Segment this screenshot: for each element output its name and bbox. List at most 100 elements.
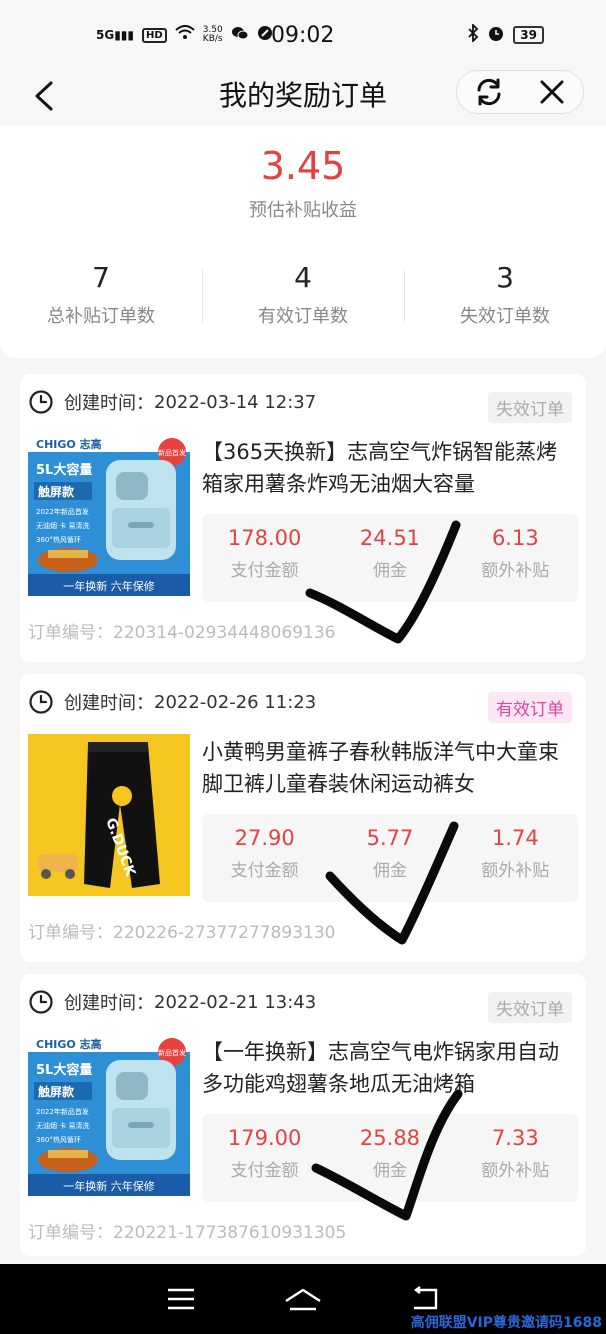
created-label: 创建时间： <box>64 393 154 414</box>
status-badge: 有效订单 <box>488 692 572 723</box>
bluetooth-icon <box>467 22 479 46</box>
product-line: 360°热风循环 <box>36 535 81 544</box>
product-line: 2022年新品首发 <box>36 1107 89 1116</box>
stat-label: 有效订单数 <box>258 306 348 327</box>
product-line: 360°热风循环 <box>36 1135 81 1144</box>
order-number-value: 220226-27377277893130 <box>113 923 336 943</box>
order-amounts: 179.00 支付金额 25.88 佣金 7.33 额外补贴 <box>202 1114 578 1202</box>
status-time: 09:02 <box>271 22 335 48</box>
amount-value: 27.90 <box>234 826 295 850</box>
product-line: 触屏款 <box>38 484 75 499</box>
amount-label: 支付金额 <box>230 861 299 881</box>
status-left: 5G▮▮▮ HD 3.50 KB/s <box>96 25 272 45</box>
order-card[interactable]: 创建时间： 2022-02-26 11:23 有效订单 G.DUCK 小黄鸭男童… <box>20 674 586 962</box>
amount-commission: 24.51 佣金 <box>327 514 452 602</box>
product-badge: 新品首发 <box>158 448 186 457</box>
summary-panel: 3.45 预估补贴收益 7 总补贴订单数 4 有效订单数 3 失效订单数 <box>0 126 606 358</box>
product-image[interactable]: CHIGO 志高 新品首发 5L大容量 触屏款 2022年新品首发 无油烟 卡 … <box>28 434 190 596</box>
refresh-button[interactable] <box>457 70 520 114</box>
amount-value: 5.77 <box>366 826 414 850</box>
nav-home-button[interactable] <box>283 1279 323 1319</box>
order-created: 创建时间： 2022-02-26 11:23 <box>28 688 316 716</box>
stat-valid-orders[interactable]: 4 有效订单数 <box>202 256 404 336</box>
product-brand: CHIGO 志高 <box>36 1037 102 1051</box>
amount-paid: 27.90 支付金额 <box>202 814 327 902</box>
home-icon <box>285 1288 321 1311</box>
watermark-text: 高佣联盟VIP尊贵邀请码1688 <box>410 1315 602 1331</box>
stat-value: 4 <box>294 261 312 294</box>
amount-commission: 5.77 佣金 <box>327 814 452 902</box>
estimated-subsidy-value: 3.45 <box>260 144 346 188</box>
amount-label: 额外补贴 <box>481 561 550 581</box>
estimated-subsidy-label: 预估补贴收益 <box>249 200 357 221</box>
order-card[interactable]: 创建时间： 2022-03-14 12:37 失效订单 CHIGO 志高 新品首… <box>20 374 586 662</box>
mini-program-capsule <box>456 70 584 114</box>
created-label: 创建时间： <box>64 693 154 714</box>
amount-label: 佣金 <box>372 861 407 881</box>
product-title[interactable]: 【一年换新】志高空气电炸锅家用自动多功能鸡翅薯条地瓜无油烤箱 <box>202 1036 572 1100</box>
product-line: 2022年新品首发 <box>36 507 89 516</box>
order-created: 创建时间： 2022-02-21 13:43 <box>28 988 316 1016</box>
header: 我的奖励订单 <box>0 70 606 126</box>
stat-value: 3 <box>496 261 514 294</box>
amount-value: 178.00 <box>227 526 302 550</box>
stat-invalid-orders[interactable]: 3 失效订单数 <box>404 256 606 336</box>
created-time: 2022-02-21 13:43 <box>154 991 317 1013</box>
product-line: 触屏款 <box>38 1084 75 1099</box>
clock-icon <box>29 990 53 1014</box>
stat-total-orders[interactable]: 7 总补贴订单数 <box>0 256 202 336</box>
status-badge: 失效订单 <box>488 992 572 1023</box>
amount-label: 佣金 <box>372 1161 407 1181</box>
product-badge: 新品首发 <box>158 1048 186 1057</box>
alarm-icon <box>487 24 505 46</box>
status-bar: 5G▮▮▮ HD 3.50 KB/s 09:02 39 <box>0 0 606 70</box>
stat-value: 7 <box>92 261 110 294</box>
order-number-label: 订单编号： <box>28 923 113 943</box>
amount-commission: 25.88 佣金 <box>327 1114 452 1202</box>
product-title[interactable]: 小黄鸭男童裤子春秋韩版洋气中大童束脚卫裤儿童春装休闲运动裤女 <box>202 736 572 800</box>
amount-value: 24.51 <box>359 526 421 550</box>
close-button[interactable] <box>520 70 583 114</box>
refresh-icon <box>477 78 500 106</box>
network-speed: 3.50 KB/s <box>203 26 223 44</box>
order-created: 创建时间： 2022-03-14 12:37 <box>28 388 316 416</box>
amount-value: 25.88 <box>359 1126 421 1150</box>
amount-value: 7.33 <box>491 1126 539 1150</box>
product-line: 5L大容量 <box>36 1062 92 1078</box>
product-line: 无油烟 卡 易清洗 <box>36 1121 89 1130</box>
nav-menu-button[interactable] <box>161 1279 201 1319</box>
created-time: 2022-03-14 12:37 <box>154 391 317 413</box>
amount-paid: 178.00 支付金额 <box>202 514 327 602</box>
order-number-value: 220314-02934448069136 <box>113 623 336 643</box>
status-right: 39 <box>467 22 544 46</box>
order-number-value: 220221-177387610931305 <box>113 1223 347 1243</box>
order-number: 订单编号：220221-177387610931305 <box>28 1218 346 1243</box>
order-number-label: 订单编号： <box>28 1223 113 1243</box>
order-number-label: 订单编号： <box>28 623 113 643</box>
close-icon <box>540 80 563 104</box>
created-time: 2022-02-26 11:23 <box>154 691 317 713</box>
clock-icon <box>29 390 53 414</box>
network-type: 5G <box>96 28 115 42</box>
amount-value: 6.13 <box>491 526 539 550</box>
product-title[interactable]: 【365天换新】志高空气炸锅智能蒸烤箱家用薯条炸鸡无油烟大容量 <box>202 436 572 500</box>
amount-label: 额外补贴 <box>481 1161 550 1181</box>
order-card[interactable]: 创建时间： 2022-02-21 13:43 失效订单 CHIGO 志高 新品首… <box>20 974 586 1256</box>
clock-icon <box>29 690 53 714</box>
amount-label: 额外补贴 <box>481 861 550 881</box>
order-number: 订单编号：220314-02934448069136 <box>28 618 335 643</box>
product-image[interactable]: G.DUCK <box>28 734 190 896</box>
menu-icon <box>168 1288 194 1310</box>
product-bottom: 一年换新 六年保修 <box>63 579 155 593</box>
order-number: 订单编号：220226-27377277893130 <box>28 918 335 943</box>
wifi-icon <box>175 25 195 45</box>
amount-label: 支付金额 <box>230 561 299 581</box>
amount-value: 1.74 <box>491 826 539 850</box>
order-amounts: 27.90 支付金额 5.77 佣金 1.74 额外补贴 <box>202 814 578 902</box>
created-label: 创建时间： <box>64 993 154 1014</box>
amount-label: 佣金 <box>372 561 407 581</box>
amount-label: 支付金额 <box>230 1161 299 1181</box>
product-bottom: 一年换新 六年保修 <box>63 1179 155 1193</box>
product-image[interactable]: CHIGO 志高 新品首发 5L大容量 触屏款 2022年新品首发 无油烟 卡 … <box>28 1034 190 1196</box>
order-amounts: 178.00 支付金额 24.51 佣金 6.13 额外补贴 <box>202 514 578 602</box>
